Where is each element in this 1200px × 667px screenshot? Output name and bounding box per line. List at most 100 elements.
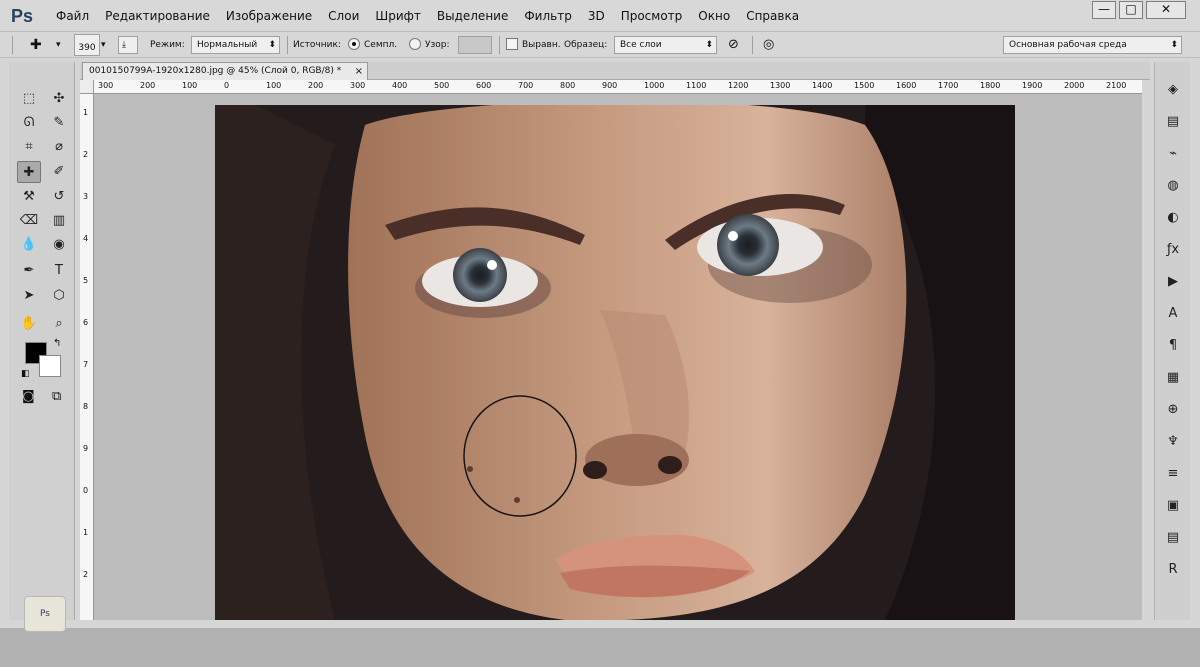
sampled-radio[interactable]: [348, 38, 360, 50]
ruler-left-label: 9: [83, 444, 89, 453]
history-brush-tool-icon[interactable]: ↺: [47, 186, 71, 208]
mode-select[interactable]: Нормальный ⬍: [191, 36, 280, 54]
default-colors-icon[interactable]: ◧: [21, 369, 30, 379]
ruler-top-label: 900: [602, 81, 618, 90]
styles-panel-icon[interactable]: ƒx: [1162, 240, 1184, 260]
ruler-top-label: 400: [392, 81, 408, 90]
channels-panel-icon[interactable]: ▤: [1162, 112, 1184, 132]
history-panel-icon[interactable]: ▣: [1162, 496, 1184, 516]
tool-preset-chevron-down-icon[interactable]: ▾: [56, 37, 61, 53]
navigator-panel-icon[interactable]: ⊕: [1162, 400, 1184, 420]
options-bar: ✚ ▾ 390 ▾ ⤓ Режим: Нормальный ⬍ Источник:…: [0, 32, 1200, 58]
eraser-tool-icon[interactable]: ⌫: [17, 210, 41, 232]
properties-panel-icon[interactable]: ≡: [1162, 464, 1184, 484]
gradient-tool-icon[interactable]: ▥: [47, 210, 71, 232]
pressure-size-icon[interactable]: ◎: [763, 37, 774, 53]
separator: [752, 36, 753, 54]
ruler-left-label: 1: [83, 528, 89, 537]
ruler-top-label: 600: [476, 81, 492, 90]
close-button[interactable]: ✕: [1146, 1, 1186, 19]
crop-tool-icon[interactable]: ⌗: [17, 136, 41, 158]
aligned-checkbox[interactable]: [506, 38, 518, 50]
menu-3d[interactable]: 3D: [588, 7, 605, 25]
maximize-button[interactable]: □: [1119, 1, 1143, 19]
healing-brush-tool-icon[interactable]: ✚: [17, 161, 41, 183]
ruler-top-label: 100: [266, 81, 282, 90]
menu-items: Файл Редактирование Изображение Слои Шри…: [56, 7, 815, 25]
actions-panel-icon[interactable]: ▶: [1162, 272, 1184, 292]
workspace-chevron-icon: ⬍: [1170, 40, 1178, 50]
3d-panel-icon[interactable]: ◍: [1162, 176, 1184, 196]
shape-tool-icon[interactable]: ⬡: [47, 285, 71, 307]
screen-mode-icon[interactable]: ⧉: [52, 389, 61, 404]
blur-tool-icon[interactable]: 💧: [17, 234, 41, 256]
background-color-swatch[interactable]: [39, 355, 61, 377]
quick-selection-tool-icon[interactable]: ✎: [47, 112, 71, 134]
paragraph-panel-icon[interactable]: ¶: [1162, 336, 1184, 356]
document-tab[interactable]: 0010150799A-1920x1280.jpg @ 45% (Слой 0,…: [82, 62, 368, 80]
ruler-top-label: 1000: [644, 81, 665, 90]
menu-view[interactable]: Просмотр: [621, 7, 683, 25]
menu-type[interactable]: Шрифт: [375, 7, 421, 25]
brush-picker-chevron-down-icon[interactable]: ▾: [101, 37, 106, 53]
brush-size-picker[interactable]: 390: [74, 34, 100, 56]
quick-mask-icon[interactable]: ◙: [22, 389, 35, 404]
menu-filter[interactable]: Фильтр: [524, 7, 571, 25]
workspace-select[interactable]: Основная рабочая среда ⬍: [1003, 36, 1182, 54]
menu-layers[interactable]: Слои: [328, 7, 359, 25]
pressure-icon[interactable]: ⤓: [118, 36, 138, 54]
marquee-tool-icon[interactable]: ⬚: [17, 88, 41, 110]
ruler-left-label: 2: [83, 570, 89, 579]
ignore-adjustment-layers-icon[interactable]: ⊘: [728, 37, 739, 53]
notes-panel-icon[interactable]: ▤: [1162, 528, 1184, 548]
swatches-panel-icon[interactable]: ▦: [1162, 368, 1184, 388]
path-selection-tool-icon[interactable]: ➤: [17, 285, 41, 307]
logo-panel-icon[interactable]: R: [1162, 560, 1184, 580]
ruler-top-label: 2100: [1106, 81, 1127, 90]
brush-tool-icon[interactable]: ✐: [47, 161, 71, 183]
paths-panel-icon[interactable]: ⌁: [1162, 144, 1184, 164]
ruler-top-label: 1800: [980, 81, 1001, 90]
ruler-top-label: 800: [560, 81, 576, 90]
ruler-corner: [80, 80, 94, 94]
ruler-top-label: 300: [98, 81, 114, 90]
move-tool-icon[interactable]: ✣: [47, 88, 71, 110]
character-panel-icon[interactable]: A: [1162, 304, 1184, 324]
canvas-area[interactable]: [94, 94, 1142, 620]
source-label: Источник:: [293, 40, 341, 50]
menu-image[interactable]: Изображение: [226, 7, 312, 25]
zoom-tool-icon[interactable]: ⌕: [47, 313, 71, 335]
brush-panel-icon[interactable]: ♆: [1162, 432, 1184, 452]
swap-colors-icon[interactable]: ↰: [53, 338, 61, 349]
sample-select[interactable]: Все слои ⬍: [614, 36, 717, 54]
mode-label: Режим:: [150, 40, 185, 50]
sample-value: Все слои: [620, 40, 662, 50]
layers-panel-icon[interactable]: ◈: [1162, 80, 1184, 100]
pattern-radio[interactable]: [409, 38, 421, 50]
ruler-top-label: 2000: [1064, 81, 1085, 90]
type-tool-icon[interactable]: T: [47, 260, 71, 282]
eyedropper-tool-icon[interactable]: ⌀: [47, 136, 71, 158]
ruler-left-label: 5: [83, 276, 89, 285]
adjustments-panel-icon[interactable]: ◐: [1162, 208, 1184, 228]
ruler-left-label: 0: [83, 486, 89, 495]
separator: [287, 36, 288, 54]
hand-tool-icon[interactable]: ✋: [17, 313, 41, 335]
menu-file[interactable]: Файл: [56, 7, 89, 25]
ruler-top-label: 1900: [1022, 81, 1043, 90]
menu-edit[interactable]: Редактирование: [105, 7, 210, 25]
pen-tool-icon[interactable]: ✒: [17, 260, 41, 282]
healing-brush-tool-icon[interactable]: ✚: [30, 37, 42, 53]
close-tab-icon[interactable]: ×: [355, 63, 363, 80]
clone-stamp-tool-icon[interactable]: ⚒: [17, 186, 41, 208]
menu-select[interactable]: Выделение: [437, 7, 508, 25]
ruler-top-label: 500: [434, 81, 450, 90]
lasso-tool-icon[interactable]: ᘏ: [17, 112, 41, 134]
menu-window[interactable]: Окно: [698, 7, 730, 25]
portrait-photo[interactable]: [215, 105, 1015, 620]
pattern-picker[interactable]: [458, 36, 492, 54]
document-tab-bar: 0010150799A-1920x1280.jpg @ 45% (Слой 0,…: [80, 62, 1150, 80]
minimize-button[interactable]: —: [1092, 1, 1116, 19]
menu-help[interactable]: Справка: [746, 7, 799, 25]
dodge-tool-icon[interactable]: ◉: [47, 234, 71, 256]
